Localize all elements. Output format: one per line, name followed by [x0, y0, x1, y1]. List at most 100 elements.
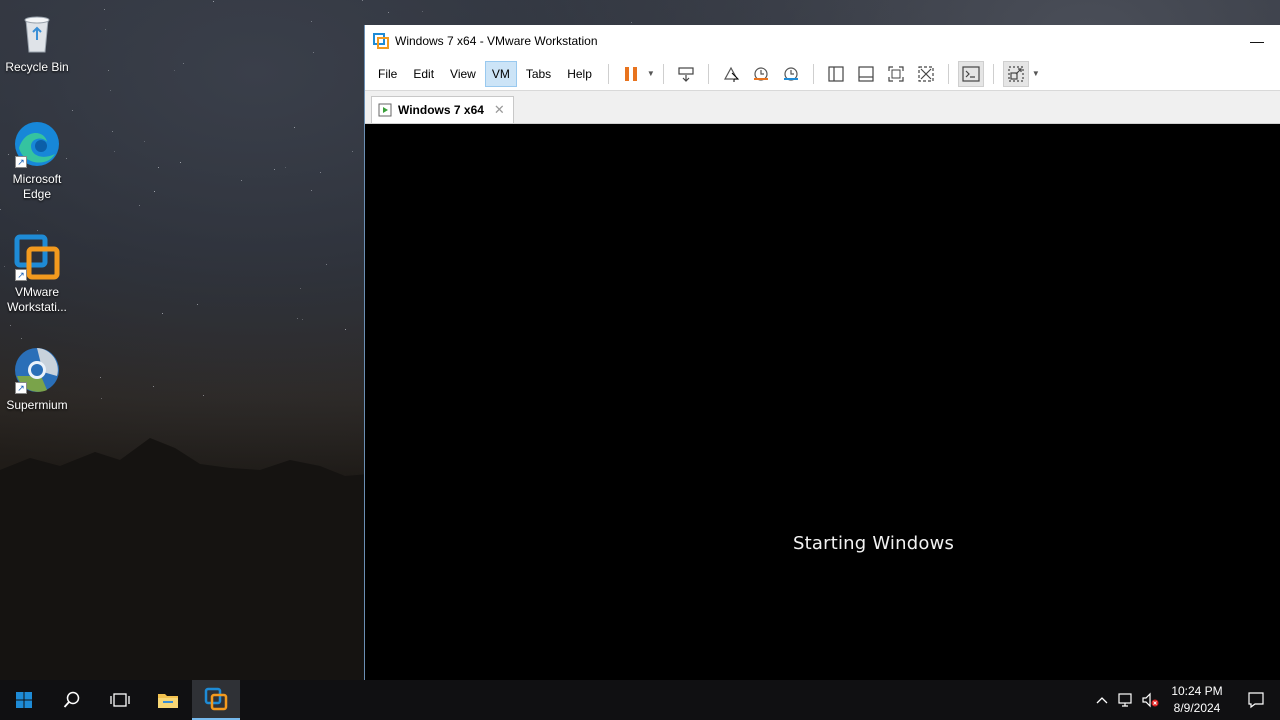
menu-edit[interactable]: Edit: [406, 61, 441, 87]
star: [302, 319, 303, 320]
star: [352, 151, 353, 152]
action-center-button[interactable]: [1232, 691, 1280, 709]
pause-button[interactable]: [618, 61, 644, 87]
toolbar-separator: [662, 63, 664, 84]
star: [311, 190, 312, 191]
search-button[interactable]: [48, 680, 96, 720]
show-thumbnail-bar-button[interactable]: [853, 61, 879, 87]
edge-icon: ↗: [13, 120, 61, 168]
star: [101, 398, 102, 399]
star: [294, 127, 295, 128]
network-status-button[interactable]: [1114, 692, 1138, 708]
minimize-icon: —: [1250, 33, 1264, 49]
star: [10, 325, 11, 326]
snapshot-button[interactable]: [718, 61, 744, 87]
taskbar-clock[interactable]: 10:24 PM 8/9/2024: [1162, 683, 1232, 717]
show-library-button[interactable]: [823, 61, 849, 87]
star: [174, 70, 175, 71]
unity-button[interactable]: [913, 61, 939, 87]
star: [326, 264, 327, 265]
vm-console-screen[interactable]: Starting Windows: [365, 124, 1280, 680]
unity-icon: [918, 65, 934, 82]
sidebar-layout-icon: [828, 65, 844, 82]
toolbar-separator: [607, 63, 609, 84]
speaker-muted-icon: [1142, 692, 1159, 708]
minimize-button[interactable]: —: [1234, 25, 1280, 57]
desktop-icon-edge[interactable]: ↗ Microsoft Edge: [2, 120, 72, 202]
star: [37, 230, 38, 231]
toolbar: File Edit View VM Tabs Help ▼ ▼: [365, 57, 1280, 91]
star: [153, 386, 154, 387]
star: [203, 395, 204, 396]
taskbar-file-explorer[interactable]: [144, 680, 192, 720]
console-view-button[interactable]: [957, 60, 984, 87]
taskbar-vmware-workstation[interactable]: [192, 680, 240, 720]
star: [139, 205, 140, 206]
keyboard-send-icon: [678, 66, 694, 82]
star: [180, 162, 181, 163]
toolbar-separator: [947, 63, 949, 84]
window-title: Windows 7 x64 - VMware Workstation: [395, 34, 598, 48]
star: [162, 313, 163, 314]
menu-help[interactable]: Help: [560, 61, 599, 87]
mountain-silhouette: [0, 438, 370, 680]
task-view-icon: [110, 693, 130, 707]
search-icon: [63, 691, 80, 708]
desktop-icon-recycle-bin[interactable]: Recycle Bin: [2, 8, 72, 75]
star: [108, 70, 109, 71]
power-dropdown-icon[interactable]: ▼: [646, 69, 656, 78]
start-button[interactable]: [0, 680, 48, 720]
vm-running-icon: [378, 103, 392, 117]
vm-boot-status-text: Starting Windows: [793, 533, 955, 554]
snapshot-manager-button[interactable]: [778, 61, 804, 87]
full-screen-button[interactable]: [883, 61, 909, 87]
toolbar-separator: [812, 63, 814, 84]
recycle-bin-icon: [13, 8, 61, 56]
console-icon: [962, 65, 980, 82]
title-bar[interactable]: Windows 7 x64 - VMware Workstation —: [365, 25, 1280, 57]
system-tray: 10:24 PM 8/9/2024: [1090, 680, 1280, 720]
send-ctrl-alt-del-button[interactable]: [673, 61, 699, 87]
close-tab-icon[interactable]: ✕: [494, 102, 505, 118]
star: [285, 167, 286, 168]
menu-vm[interactable]: VM: [484, 60, 517, 87]
star: [213, 1, 214, 2]
clock-time: 10:24 PM: [1171, 684, 1223, 698]
menu-file[interactable]: File: [371, 61, 404, 87]
toolbar-separator: [707, 63, 709, 84]
volume-button[interactable]: [1138, 692, 1162, 708]
task-view-button[interactable]: [96, 680, 144, 720]
star: [158, 167, 159, 168]
star: [422, 11, 423, 12]
snapshot-manager-icon: [783, 66, 798, 81]
stretch-icon: [1008, 65, 1024, 82]
star: [144, 141, 145, 142]
star: [154, 191, 155, 192]
supermium-icon: ↗: [13, 346, 61, 394]
windows-logo-icon: [16, 692, 32, 708]
star: [345, 329, 346, 330]
tab-bar: Windows 7 x64 ✕: [365, 91, 1280, 124]
star: [300, 288, 301, 289]
vmware-app-icon: [373, 33, 389, 49]
star: [274, 169, 275, 170]
toolbar-separator: [992, 63, 994, 84]
desktop-icon-label: Microsoft Edge: [12, 172, 62, 201]
desktop-icon-vmware[interactable]: ↗ VMware Workstati...: [2, 233, 72, 315]
tab-label: Windows 7 x64: [398, 103, 484, 117]
star: [631, 22, 632, 23]
desktop-icon-label: Recycle Bin: [5, 60, 69, 74]
vmware-icon: ↗: [13, 233, 61, 281]
stretch-dropdown-icon[interactable]: ▼: [1031, 69, 1041, 78]
desktop-icon-label: Supermium: [6, 398, 68, 412]
menu-tabs[interactable]: Tabs: [519, 61, 558, 87]
stretch-guest-button[interactable]: [1002, 60, 1029, 87]
star: [105, 29, 106, 30]
star: [110, 90, 111, 91]
show-hidden-icons-button[interactable]: [1090, 696, 1114, 704]
tab-windows-7-x64[interactable]: Windows 7 x64 ✕: [371, 96, 514, 123]
vmware-icon: [204, 687, 228, 711]
desktop-icon-supermium[interactable]: ↗ Supermium: [2, 346, 72, 413]
menu-view[interactable]: View: [443, 61, 483, 87]
revert-snapshot-button[interactable]: [748, 61, 774, 87]
